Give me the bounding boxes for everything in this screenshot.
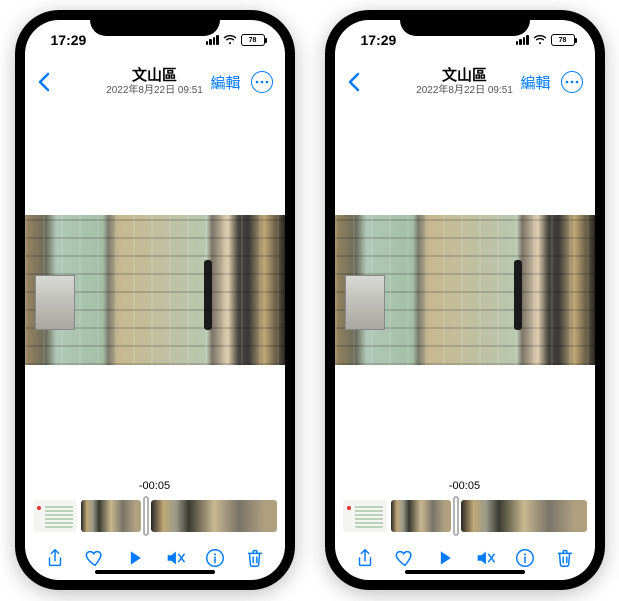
- home-indicator[interactable]: [95, 570, 215, 574]
- notch: [400, 10, 530, 36]
- favorite-button[interactable]: [393, 546, 417, 570]
- more-button[interactable]: [251, 71, 273, 93]
- chevron-left-icon: [347, 72, 361, 92]
- delete-button[interactable]: [553, 546, 577, 570]
- share-icon: [44, 547, 66, 569]
- clip-thumbnail[interactable]: [391, 500, 451, 532]
- video-scrubber[interactable]: [25, 496, 285, 536]
- timecode-label: -00:05: [25, 476, 285, 496]
- nav-title-group: 文山區 2022年8月22日 09:51: [106, 68, 203, 96]
- video-scrubber[interactable]: [335, 496, 595, 536]
- video-viewport[interactable]: [335, 104, 595, 476]
- nav-right: 編輯: [520, 71, 582, 93]
- clip-thumbnail[interactable]: [81, 500, 141, 532]
- playhead[interactable]: [145, 498, 147, 534]
- trash-icon: [244, 547, 266, 569]
- mute-button[interactable]: [163, 546, 187, 570]
- play-icon: [435, 548, 455, 568]
- play-button[interactable]: [433, 546, 457, 570]
- wifi-icon: [223, 35, 237, 46]
- trash-icon: [554, 547, 576, 569]
- notch: [90, 10, 220, 36]
- back-button[interactable]: [347, 72, 361, 92]
- heart-icon: [394, 547, 416, 569]
- status-time: 17:29: [51, 32, 87, 48]
- status-right: 78: [206, 34, 265, 46]
- datetime-subtitle: 2022年8月22日 09:51: [416, 85, 513, 96]
- edit-button[interactable]: 編輯: [520, 72, 550, 93]
- video-viewport[interactable]: [25, 104, 285, 476]
- video-detail-handle: [204, 260, 212, 330]
- favorite-button[interactable]: [83, 546, 107, 570]
- clip-thumbnail[interactable]: [33, 500, 77, 532]
- video-detail-panel: [35, 275, 75, 330]
- cellular-signal-icon: [206, 35, 219, 45]
- datetime-subtitle: 2022年8月22日 09:51: [106, 85, 203, 96]
- nav-right: 編輯: [210, 71, 272, 93]
- share-icon: [354, 547, 376, 569]
- battery-icon: 78: [241, 34, 265, 46]
- status-time: 17:29: [361, 32, 397, 48]
- status-right: 78: [516, 34, 575, 46]
- nav-title-group: 文山區 2022年8月22日 09:51: [416, 68, 513, 96]
- share-button[interactable]: [353, 546, 377, 570]
- play-button[interactable]: [123, 546, 147, 570]
- edit-button[interactable]: 編輯: [210, 72, 240, 93]
- more-button[interactable]: [561, 71, 583, 93]
- video-frame: [335, 215, 595, 365]
- screen: 17:29 78 文山區 2022年8月22日 09:51 編輯: [335, 20, 595, 580]
- info-icon: [204, 547, 226, 569]
- timecode-label: -00:05: [335, 476, 595, 496]
- info-button[interactable]: [203, 546, 227, 570]
- location-title: 文山區: [106, 68, 203, 85]
- phone-mockup: 17:29 78 文山區 2022年8月22日 09:51 編輯: [325, 10, 605, 590]
- ellipsis-icon: [255, 80, 269, 84]
- home-indicator[interactable]: [405, 570, 525, 574]
- back-button[interactable]: [37, 72, 51, 92]
- info-button[interactable]: [513, 546, 537, 570]
- speaker-muted-icon: [474, 547, 496, 569]
- share-button[interactable]: [43, 546, 67, 570]
- nav-bar: 文山區 2022年8月22日 09:51 編輯: [335, 60, 595, 104]
- video-detail-panel: [345, 275, 385, 330]
- battery-icon: 78: [551, 34, 575, 46]
- cellular-signal-icon: [516, 35, 529, 45]
- chevron-left-icon: [37, 72, 51, 92]
- nav-bar: 文山區 2022年8月22日 09:51 編輯: [25, 60, 285, 104]
- delete-button[interactable]: [243, 546, 267, 570]
- video-frame: [25, 215, 285, 365]
- info-icon: [514, 547, 536, 569]
- clip-thumbnail[interactable]: [151, 500, 277, 532]
- ellipsis-icon: [565, 80, 579, 84]
- phone-mockup: 17:29 78 文山區 2022年8月22日 09:51 編輯: [15, 10, 295, 590]
- clip-thumbnail[interactable]: [461, 500, 587, 532]
- wifi-icon: [533, 35, 547, 46]
- play-icon: [125, 548, 145, 568]
- video-detail-handle: [514, 260, 522, 330]
- screen: 17:29 78 文山區 2022年8月22日 09:51 編輯: [25, 20, 285, 580]
- location-title: 文山區: [416, 68, 513, 85]
- speaker-muted-icon: [164, 547, 186, 569]
- playhead[interactable]: [455, 498, 457, 534]
- clip-thumbnail[interactable]: [343, 500, 387, 532]
- mute-button[interactable]: [473, 546, 497, 570]
- heart-icon: [84, 547, 106, 569]
